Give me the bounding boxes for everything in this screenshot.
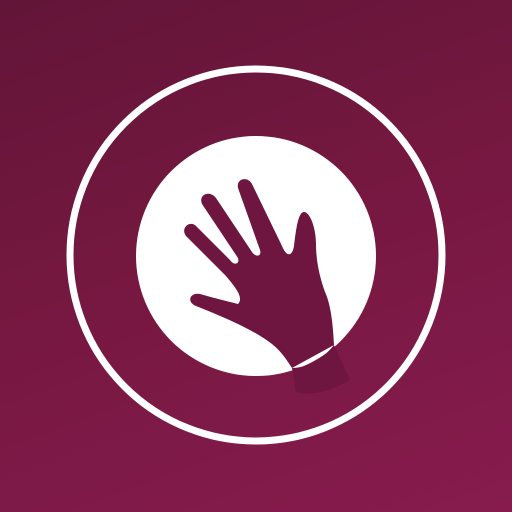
app-icon xyxy=(0,0,512,512)
icon-artwork xyxy=(66,65,446,445)
